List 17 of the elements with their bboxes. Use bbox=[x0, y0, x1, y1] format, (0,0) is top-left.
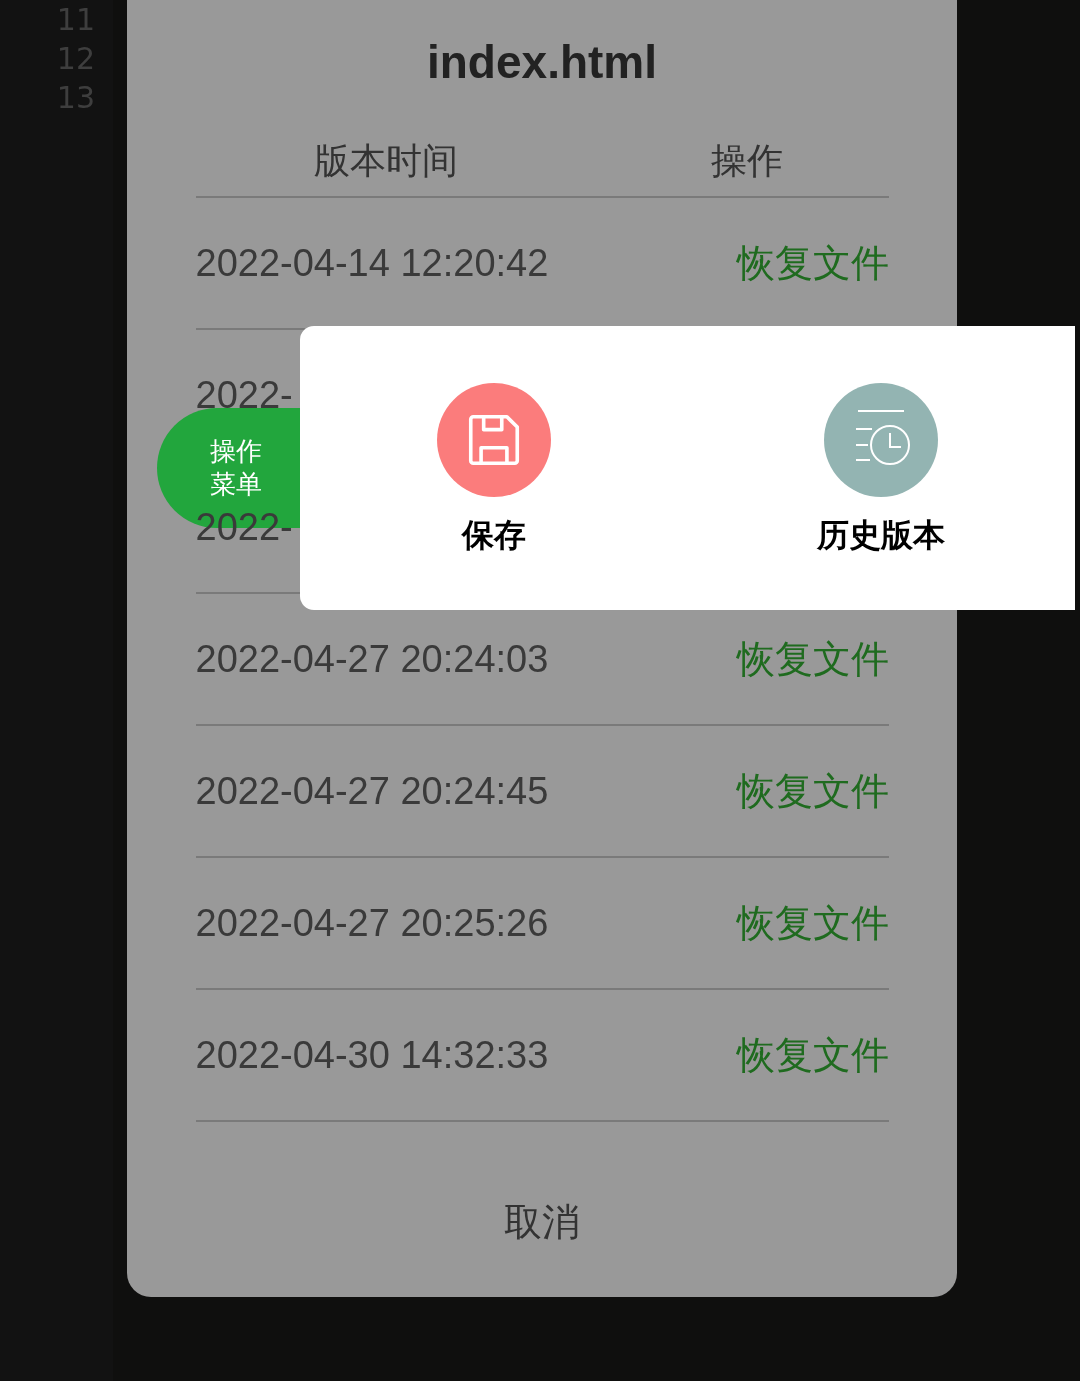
cancel-button[interactable]: 取消 bbox=[504, 1194, 580, 1251]
version-time: 2022-04-30 14:32:33 bbox=[195, 1032, 549, 1078]
version-time: 2022-04-27 20:25:26 bbox=[195, 900, 549, 946]
restore-link[interactable]: 恢复文件 bbox=[736, 762, 889, 820]
version-time: 2022-04-14 12:20:42 bbox=[195, 240, 549, 286]
dialog-title: index.html bbox=[427, 35, 657, 90]
history-menu-item[interactable]: 历史版本 bbox=[687, 326, 1075, 610]
restore-link[interactable]: 恢复文件 bbox=[736, 1026, 889, 1084]
restore-link[interactable]: 恢复文件 bbox=[736, 894, 889, 952]
column-header: 版本时间 bbox=[312, 139, 459, 183]
menu-button-label: 操作 bbox=[210, 435, 262, 468]
restore-link[interactable]: 恢复文件 bbox=[736, 630, 889, 688]
version-time: 2022-04-27 20:24:03 bbox=[195, 636, 549, 682]
restore-link[interactable]: 恢复文件 bbox=[736, 234, 889, 292]
version-time: 2022-04-27 20:24:45 bbox=[195, 768, 549, 814]
column-header: 操作 bbox=[710, 139, 784, 183]
menu-button-label: 菜单 bbox=[210, 468, 262, 501]
